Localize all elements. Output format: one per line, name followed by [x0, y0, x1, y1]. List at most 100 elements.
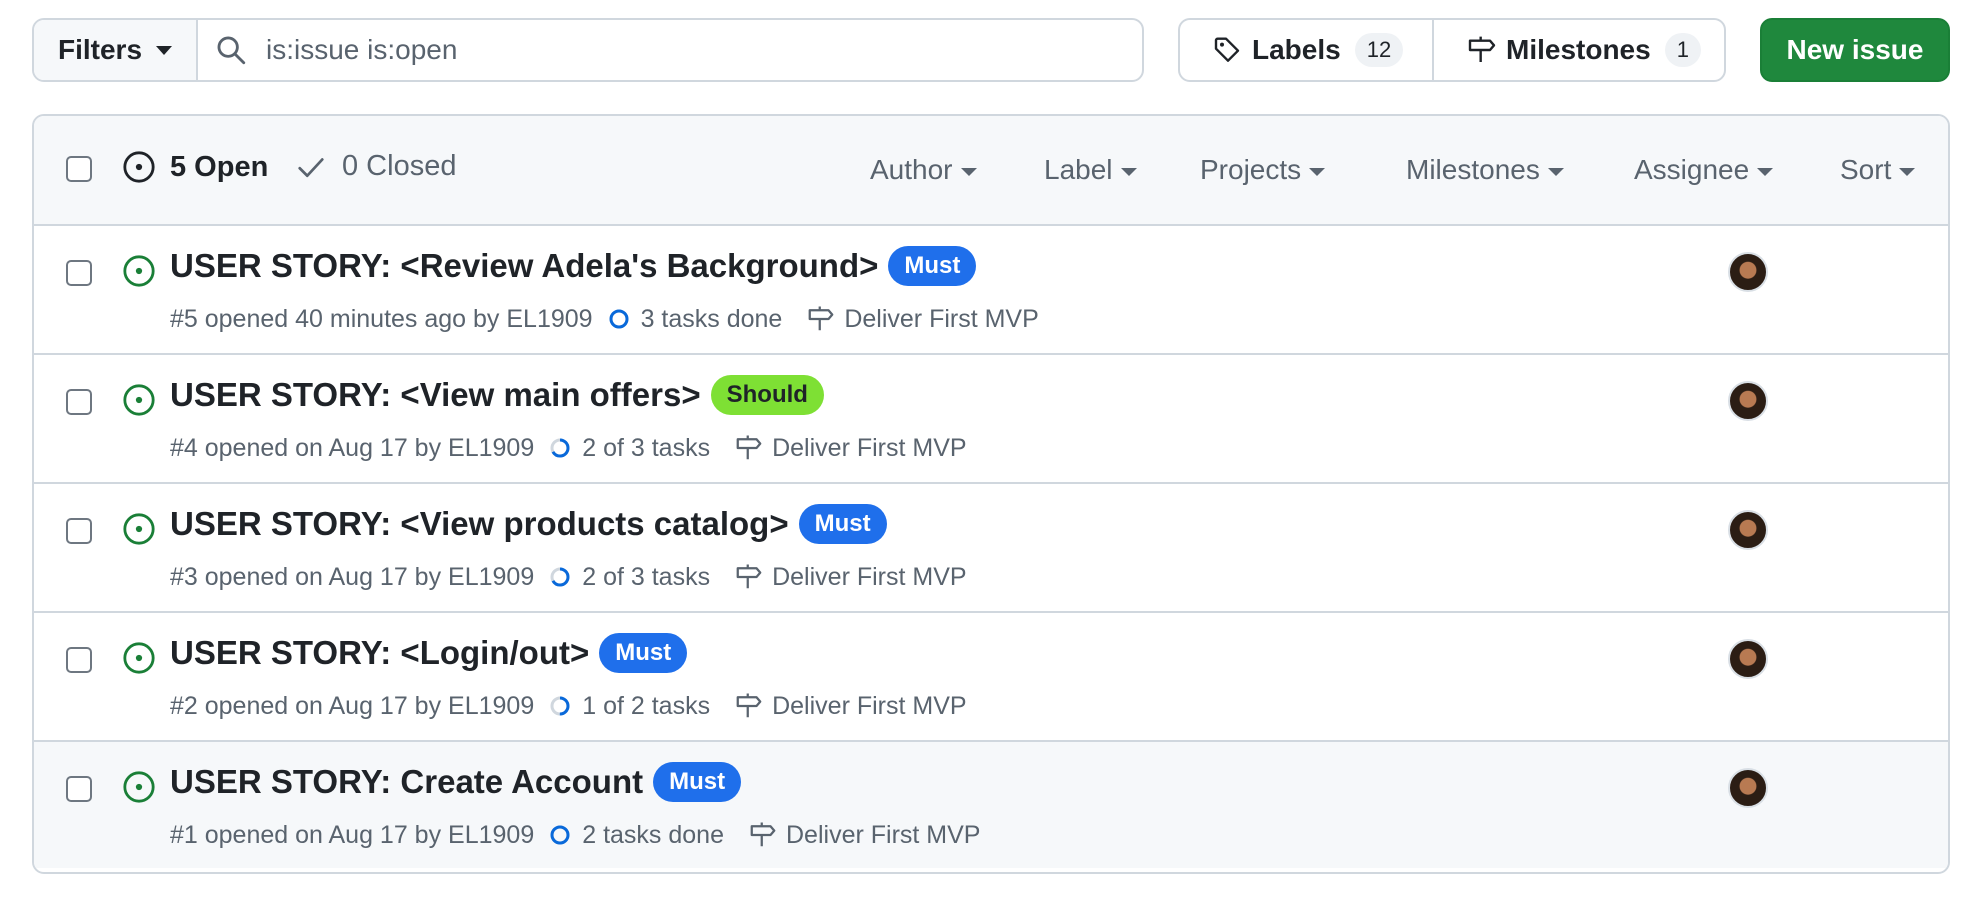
issue-meta: #4 opened on Aug 17 by EL1909 — [170, 433, 535, 462]
task-progress: 2 tasks done — [548, 821, 724, 850]
chevron-down-icon — [1547, 168, 1564, 176]
issue-title-link[interactable]: USER STORY: <Login/out> — [170, 634, 589, 672]
progress-ring-icon — [550, 696, 570, 716]
issue-row[interactable]: USER STORY: <View main offers> Should #4… — [34, 355, 1948, 484]
issue-label-badge[interactable]: Must — [888, 246, 977, 286]
open-issues-tab[interactable]: 5 Open — [122, 150, 268, 184]
milestone-icon — [736, 693, 762, 718]
progress-ring-icon — [550, 825, 570, 845]
issues-list: 5 Open 0 Closed Author Label Projects Mi… — [32, 114, 1950, 874]
assignee-avatar[interactable] — [1728, 639, 1768, 679]
search-input[interactable] — [266, 34, 1126, 66]
milestone-label: Deliver First MVP — [772, 562, 967, 591]
progress-ring-icon — [550, 567, 570, 587]
issue-label-badge[interactable]: Must — [798, 504, 887, 544]
progress-ring-icon — [550, 438, 570, 458]
sort-filter[interactable]: Sort — [1840, 154, 1916, 186]
issue-row[interactable]: USER STORY: Create Account Must #1 opene… — [34, 742, 1948, 868]
issue-checkbox[interactable] — [66, 260, 92, 286]
issue-opened-icon — [123, 255, 155, 287]
milestones-filter-label: Milestones — [1406, 154, 1540, 185]
projects-filter-label: Projects — [1200, 154, 1302, 185]
issue-label-badge[interactable]: Should — [710, 375, 824, 415]
issue-label-badge[interactable]: Must — [653, 762, 742, 802]
search-icon — [217, 36, 246, 65]
issue-label-badge[interactable]: Must — [599, 633, 688, 673]
issue-title-link[interactable]: USER STORY: <View main offers> — [170, 376, 701, 414]
issue-meta: #3 opened on Aug 17 by EL1909 — [170, 562, 535, 591]
chevron-down-icon — [1309, 168, 1326, 176]
labels-button-label: Labels — [1252, 34, 1341, 65]
filter-search-group: Filters — [32, 18, 1144, 82]
chevron-down-icon — [1899, 168, 1916, 176]
task-progress-label: 2 of 3 tasks — [582, 562, 711, 591]
progress-ring-fill — [609, 309, 629, 329]
assignee-filter[interactable]: Assignee — [1634, 154, 1774, 186]
issue-row[interactable]: USER STORY: <View products catalog> Must… — [34, 484, 1948, 613]
task-progress-label: 1 of 2 tasks — [582, 691, 711, 720]
assignee-avatar[interactable] — [1728, 768, 1768, 808]
label-filter[interactable]: Label — [1044, 154, 1137, 186]
milestone-link[interactable]: Deliver First MVP — [806, 304, 1039, 334]
task-progress: 3 tasks done — [607, 305, 782, 334]
labels-count-badge: 12 — [1354, 33, 1404, 67]
assignee-filter-label: Assignee — [1634, 154, 1750, 185]
chevron-down-icon — [1120, 168, 1137, 176]
issue-meta: #1 opened on Aug 17 by EL1909 — [170, 820, 535, 849]
task-progress: 1 of 2 tasks — [548, 692, 710, 721]
issues-toolbar: Filters Labels 12 Mileston — [32, 18, 1950, 82]
progress-ring-icon — [609, 309, 629, 329]
select-all-checkbox[interactable] — [66, 156, 92, 182]
milestone-link[interactable]: Deliver First MVP — [748, 820, 980, 850]
author-filter[interactable]: Author — [870, 154, 977, 186]
tag-icon — [1214, 37, 1240, 62]
issue-meta: #2 opened on Aug 17 by EL1909 — [170, 691, 535, 720]
issue-title-link[interactable]: USER STORY: <View products catalog> — [170, 505, 789, 543]
issue-title-link[interactable]: USER STORY: Create Account — [170, 763, 643, 801]
sort-filter-label: Sort — [1840, 154, 1892, 185]
chevron-down-icon — [156, 45, 173, 55]
milestone-link[interactable]: Deliver First MVP — [734, 691, 967, 721]
milestones-count-badge: 1 — [1664, 33, 1701, 67]
assignee-avatar[interactable] — [1728, 381, 1768, 421]
chevron-down-icon — [960, 168, 977, 176]
assignee-avatar[interactable] — [1728, 510, 1768, 550]
issue-opened-icon — [123, 642, 155, 674]
milestone-label: Deliver First MVP — [772, 691, 967, 720]
milestone-icon — [750, 822, 776, 847]
open-issues-label: 5 Open — [170, 150, 269, 183]
milestones-button[interactable]: Milestones 1 — [1434, 20, 1724, 80]
projects-filter[interactable]: Projects — [1200, 154, 1326, 186]
issue-opened-icon — [123, 771, 155, 803]
issue-row[interactable]: USER STORY: <Review Adela's Background> … — [34, 226, 1948, 355]
milestone-label: Deliver First MVP — [786, 820, 981, 849]
filters-button[interactable]: Filters — [34, 20, 198, 80]
milestones-filter[interactable]: Milestones — [1406, 154, 1564, 186]
labels-milestones-group: Labels 12 Milestones 1 — [1178, 18, 1726, 82]
new-issue-button[interactable]: New issue — [1760, 18, 1950, 82]
issue-checkbox[interactable] — [66, 389, 92, 415]
assignee-avatar[interactable] — [1728, 252, 1768, 292]
milestone-link[interactable]: Deliver First MVP — [734, 433, 967, 463]
issue-row[interactable]: USER STORY: <Login/out> Must #2 opened o… — [34, 613, 1948, 742]
labels-button[interactable]: Labels 12 — [1180, 20, 1434, 80]
milestone-icon — [736, 564, 762, 589]
task-progress: 2 of 3 tasks — [548, 563, 710, 592]
issue-opened-icon — [123, 151, 155, 183]
filters-button-label: Filters — [58, 34, 143, 65]
milestone-icon — [1468, 36, 1496, 62]
milestone-link[interactable]: Deliver First MVP — [734, 562, 967, 592]
milestones-button-label: Milestones — [1506, 34, 1651, 65]
issue-checkbox[interactable] — [66, 518, 92, 544]
milestone-icon — [736, 435, 762, 460]
issue-checkbox[interactable] — [66, 776, 92, 802]
chevron-down-icon — [1757, 168, 1774, 176]
issue-title-link[interactable]: USER STORY: <Review Adela's Background> — [170, 247, 878, 285]
issues-list-header: 5 Open 0 Closed Author Label Projects Mi… — [34, 116, 1948, 226]
issue-opened-icon — [123, 513, 155, 545]
task-progress: 2 of 3 tasks — [548, 434, 710, 463]
closed-issues-label: 0 Closed — [342, 150, 457, 182]
closed-issues-tab[interactable]: 0 Closed — [296, 150, 456, 183]
issue-checkbox[interactable] — [66, 647, 92, 673]
issue-opened-icon — [123, 384, 155, 416]
